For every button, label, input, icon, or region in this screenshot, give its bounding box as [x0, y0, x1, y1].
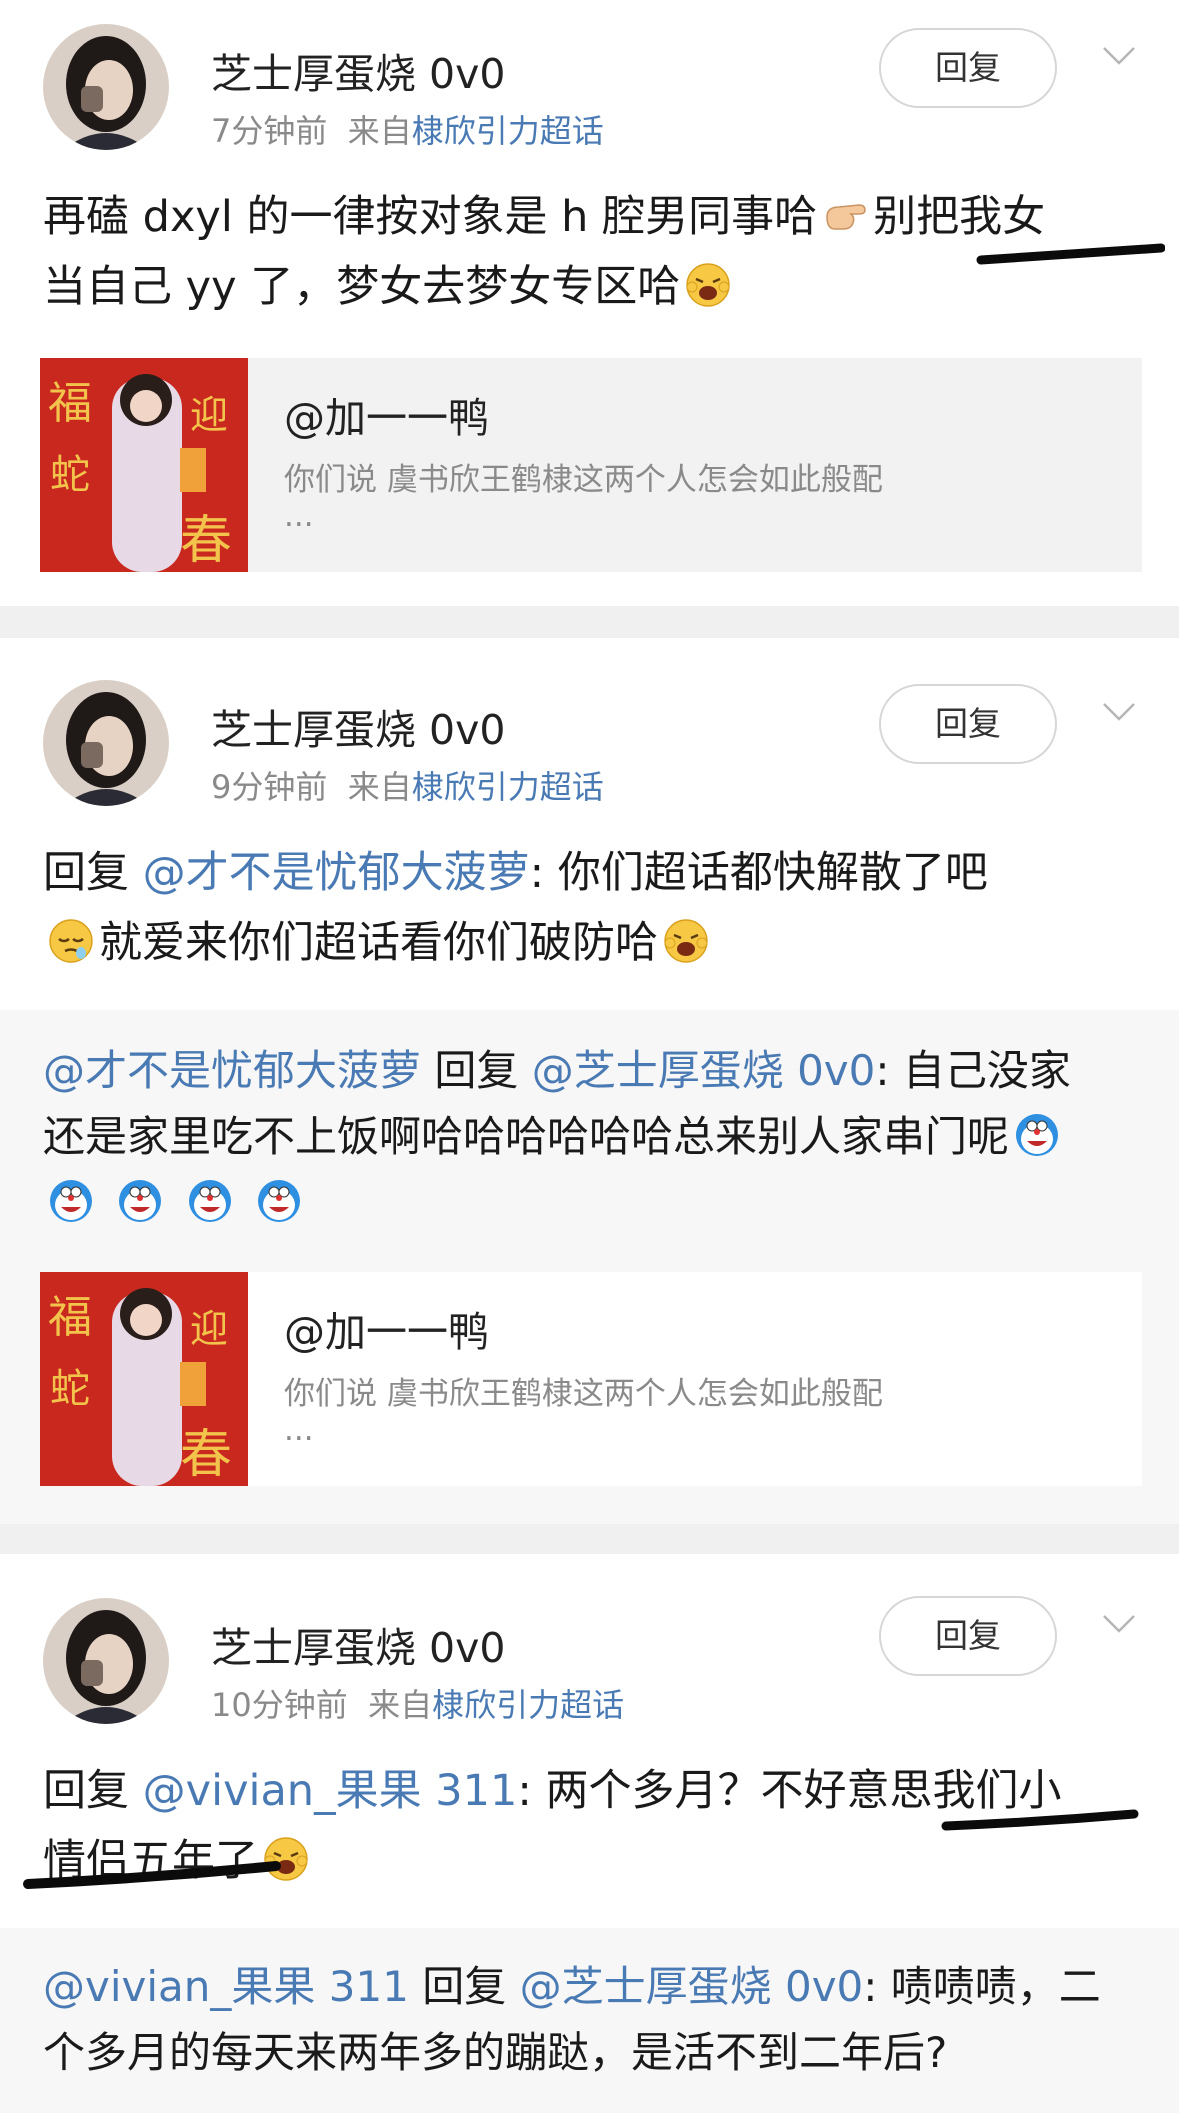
- comment-text-line: 当自己 yy 了，梦女去梦女专区哈: [43, 262, 681, 312]
- shared-post-more: ...: [284, 1412, 314, 1448]
- shared-post-desc: 你们说 虞书欣王鹤棣这两个人怎会如此般配: [284, 1376, 883, 1412]
- sleepy-face-emoji-icon: [49, 919, 93, 963]
- comment-text-line: : 你们超话都快解散了吧: [529, 848, 988, 898]
- chevron-down-icon[interactable]: [1102, 1614, 1136, 1634]
- underline-mark: [941, 1809, 1139, 1831]
- quoted-reply[interactable]: @才不是忧郁大菠萝 回复 @芝士厚蛋烧 0v0: 自己没家 还是家里吃不上饭啊哈…: [0, 1010, 1179, 1524]
- reply-word: 回复: [408, 1962, 520, 2011]
- svg-text:福: 福: [48, 1293, 92, 1342]
- quoted-reply-text: @才不是忧郁大菠萝 回复 @芝士厚蛋烧 0v0: 自己没家 还是家里吃不上饭啊哈…: [43, 1038, 1143, 1236]
- comment-card-3: 芝士厚蛋烧 0v0 10分钟前 来自棣欣引力超话 回复 回复 @vivian_果…: [0, 1554, 1179, 1928]
- laughing-face-emoji-icon: [664, 919, 708, 963]
- shared-post-desc: 你们说 虞书欣王鹤棣这两个人怎会如此般配: [284, 462, 883, 498]
- comment-text: 回复 @才不是忧郁大菠萝: 你们超话都快解散了吧 就爱来你们超话看你们破防哈: [43, 838, 1143, 978]
- svg-text:春: 春: [180, 513, 232, 570]
- shared-post-card[interactable]: 福 迎蛇春 @加一一鸭 你们说 虞书欣王鹤棣这两个人怎会如此般配 ...: [40, 1272, 1142, 1486]
- username[interactable]: 芝士厚蛋烧 0v0: [211, 40, 505, 100]
- comment-meta: 7分钟前 来自棣欣引力超话: [211, 106, 604, 152]
- timestamp: 10分钟前: [211, 1686, 348, 1724]
- avatar[interactable]: [43, 24, 169, 150]
- quoted-reply[interactable]: @vivian_果果 311 回复 @芝士厚蛋烧 0v0: 啧啧啧，二 个多月的…: [0, 1928, 1179, 2113]
- svg-text:春: 春: [180, 1427, 232, 1484]
- reply-button[interactable]: 回复: [879, 28, 1057, 108]
- mention-link[interactable]: @芝士厚蛋烧 0v0: [520, 1962, 864, 2011]
- quoted-text-line: 还是家里吃不上饭啊哈哈哈哈哈哈总来别人家串门呢: [43, 1112, 1010, 1161]
- svg-text:蛇: 蛇: [50, 1366, 90, 1411]
- svg-text:福: 福: [48, 379, 92, 428]
- comment-text-line: 再磕 dxyl 的一律按对象是 h 腔男同事哈: [43, 192, 818, 242]
- quoted-text-line: 个多月的每天来两年多的蹦跶，是活不到二年后?: [43, 2028, 948, 2077]
- shared-post-more: ...: [284, 498, 314, 534]
- comment-card-1: 芝士厚蛋烧 0v0 7分钟前 来自棣欣引力超话 回复 再磕 dxyl 的一律按对…: [0, 0, 1179, 606]
- avatar[interactable]: [43, 1598, 169, 1724]
- reply-word: 回复: [421, 1046, 532, 1095]
- separator: [0, 1524, 1179, 1554]
- reply-button[interactable]: 回复: [879, 684, 1057, 764]
- pointing-hand-emoji-icon: [826, 204, 866, 230]
- quoted-reply-text: @vivian_果果 311 回复 @芝士厚蛋烧 0v0: 啧啧啧，二 个多月的…: [43, 1954, 1143, 2086]
- from-label: 来自: [347, 112, 412, 150]
- shared-post-author: @加一一鸭: [284, 1308, 489, 1356]
- comment-text-line: 别把我女: [873, 192, 1046, 242]
- doraemon-emoji-icon: [50, 1180, 92, 1222]
- shared-post-thumbnail: 福 迎蛇春: [40, 1272, 248, 1486]
- username[interactable]: 芝士厚蛋烧 0v0: [211, 696, 505, 756]
- doraemon-emoji-icon: [1016, 1114, 1059, 1156]
- comment-card-2: 芝士厚蛋烧 0v0 9分钟前 来自棣欣引力超话 回复 回复 @才不是忧郁大菠萝:…: [0, 638, 1179, 1010]
- timestamp: 9分钟前: [211, 768, 328, 806]
- source-link[interactable]: 棣欣引力超话: [432, 1686, 624, 1724]
- shared-post-thumbnail: 福 迎蛇春: [40, 358, 248, 572]
- underline-mark: [976, 243, 1165, 265]
- doraemon-emoji-icon: [188, 1180, 231, 1222]
- mention-link[interactable]: @vivian_果果 311: [43, 1962, 409, 2011]
- avatar[interactable]: [43, 680, 169, 806]
- comment-text-line: 就爱来你们超话看你们破防哈: [99, 918, 658, 968]
- underline-mark: [23, 1861, 281, 1889]
- chevron-down-icon[interactable]: [1102, 46, 1136, 66]
- reply-button[interactable]: 回复: [879, 1596, 1057, 1676]
- svg-text:迎: 迎: [190, 395, 228, 437]
- comment-meta: 9分钟前 来自棣欣引力超话: [211, 762, 604, 808]
- mention-link[interactable]: @vivian_果果 311: [143, 1766, 518, 1816]
- username[interactable]: 芝士厚蛋烧 0v0: [211, 1614, 505, 1674]
- separator: [0, 606, 1179, 638]
- quoted-text-line: : 自己没家: [875, 1046, 1071, 1095]
- mention-link[interactable]: @才不是忧郁大菠萝: [143, 848, 530, 898]
- quoted-text-line: : 啧啧啧，二: [863, 1962, 1101, 2011]
- comment-meta: 10分钟前 来自棣欣引力超话: [211, 1680, 624, 1726]
- svg-text:蛇: 蛇: [50, 452, 90, 497]
- source-link[interactable]: 棣欣引力超话: [412, 768, 604, 806]
- source-link[interactable]: 棣欣引力超话: [412, 112, 604, 150]
- chevron-down-icon[interactable]: [1102, 702, 1136, 722]
- shared-post-author: @加一一鸭: [284, 394, 489, 442]
- reply-prefix: 回复: [43, 848, 143, 898]
- from-label: 来自: [347, 768, 412, 806]
- svg-text:迎: 迎: [190, 1309, 228, 1351]
- doraemon-emoji-icon: [258, 1180, 301, 1222]
- reply-prefix: 回复: [43, 1766, 143, 1816]
- from-label: 来自: [368, 1686, 433, 1724]
- mention-link[interactable]: @才不是忧郁大菠萝: [43, 1046, 421, 1095]
- doraemon-emoji-icon: [119, 1180, 162, 1222]
- laughing-face-emoji-icon: [686, 263, 730, 307]
- shared-post-card[interactable]: 福 迎蛇春 @加一一鸭 你们说 虞书欣王鹤棣这两个人怎会如此般配 ...: [40, 358, 1142, 572]
- timestamp: 7分钟前: [211, 112, 328, 150]
- mention-link[interactable]: @芝士厚蛋烧 0v0: [532, 1046, 876, 1095]
